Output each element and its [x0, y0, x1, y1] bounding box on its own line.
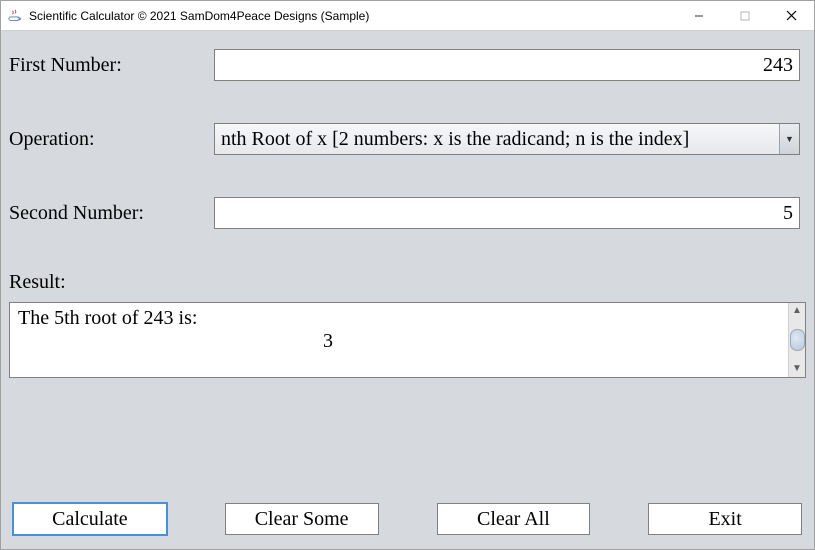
minimize-button[interactable]	[676, 1, 722, 30]
clear-all-button[interactable]: Clear All	[437, 503, 591, 535]
first-number-row: First Number:	[9, 49, 806, 81]
app-window: Scientific Calculator © 2021 SamDom4Peac…	[0, 0, 815, 550]
result-line-1: The 5th root of 243 is:	[18, 307, 780, 330]
clear-some-button[interactable]: Clear Some	[225, 503, 379, 535]
titlebar: Scientific Calculator © 2021 SamDom4Peac…	[1, 1, 814, 31]
java-coffee-icon	[7, 8, 23, 24]
close-button[interactable]	[768, 1, 814, 30]
exit-button[interactable]: Exit	[648, 503, 802, 535]
scroll-up-icon[interactable]: ▲	[792, 303, 802, 319]
maximize-button[interactable]	[722, 1, 768, 30]
result-text[interactable]: The 5th root of 243 is: 3	[10, 303, 788, 377]
calculate-button[interactable]: Calculate	[13, 503, 167, 535]
result-area: The 5th root of 243 is: 3 ▲ ▼	[9, 302, 806, 378]
second-number-input[interactable]	[214, 197, 800, 229]
scroll-thumb[interactable]	[790, 329, 805, 351]
dropdown-arrow-icon[interactable]: ▼	[779, 124, 799, 154]
window-title: Scientific Calculator © 2021 SamDom4Peac…	[29, 9, 676, 23]
operation-dropdown[interactable]: nth Root of x [2 numbers: x is the radic…	[214, 123, 800, 155]
operation-label: Operation:	[9, 128, 214, 151]
operation-row: Operation: nth Root of x [2 numbers: x i…	[9, 123, 806, 155]
scroll-down-icon[interactable]: ▼	[792, 361, 802, 377]
client-area: First Number: Operation: nth Root of x […	[1, 31, 814, 549]
button-row: Calculate Clear Some Clear All Exit	[9, 503, 806, 535]
result-label: Result:	[9, 271, 806, 294]
first-number-input[interactable]	[214, 49, 800, 81]
window-controls	[676, 1, 814, 30]
first-number-label: First Number:	[9, 54, 214, 77]
result-scrollbar[interactable]: ▲ ▼	[788, 303, 805, 377]
result-line-2: 3	[18, 330, 638, 353]
second-number-label: Second Number:	[9, 202, 214, 225]
operation-selected-text: nth Root of x [2 numbers: x is the radic…	[215, 124, 779, 154]
second-number-row: Second Number:	[9, 197, 806, 229]
